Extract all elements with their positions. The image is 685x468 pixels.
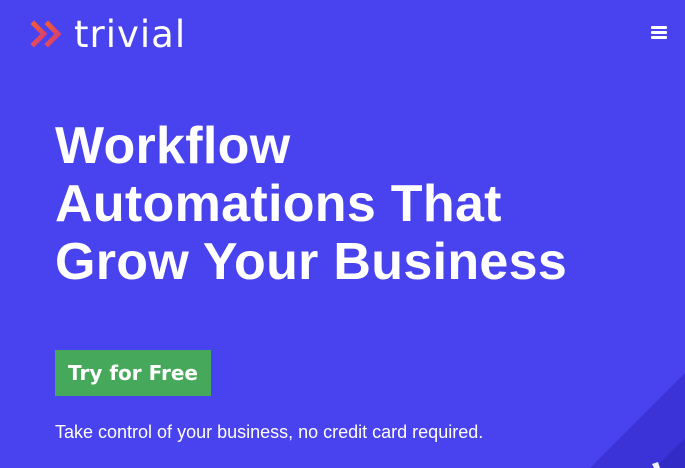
hero-headline-line: Workflow xyxy=(55,117,291,175)
menu-button[interactable] xyxy=(651,24,667,40)
brand-name: trivial xyxy=(74,12,187,56)
brand-logo-link[interactable]: trivial xyxy=(30,12,186,56)
try-for-free-button[interactable]: Try for Free xyxy=(55,350,211,396)
decorative-corner-shape xyxy=(590,373,685,468)
site-header: trivial xyxy=(0,0,685,70)
menu-icon-line xyxy=(651,26,667,29)
double-chevron-right-icon xyxy=(30,20,62,48)
hero-subtitle: Take control of your business, no credit… xyxy=(55,422,484,442)
hero-headline: Workflow Automations That Grow Your Busi… xyxy=(55,117,645,291)
menu-icon-line xyxy=(651,36,667,39)
hero-headline-line: Grow Your Business xyxy=(55,233,568,291)
menu-icon-line xyxy=(651,31,667,34)
hero-headline-line: Automations That xyxy=(55,175,502,233)
hamburger-menu-icon xyxy=(651,25,667,39)
